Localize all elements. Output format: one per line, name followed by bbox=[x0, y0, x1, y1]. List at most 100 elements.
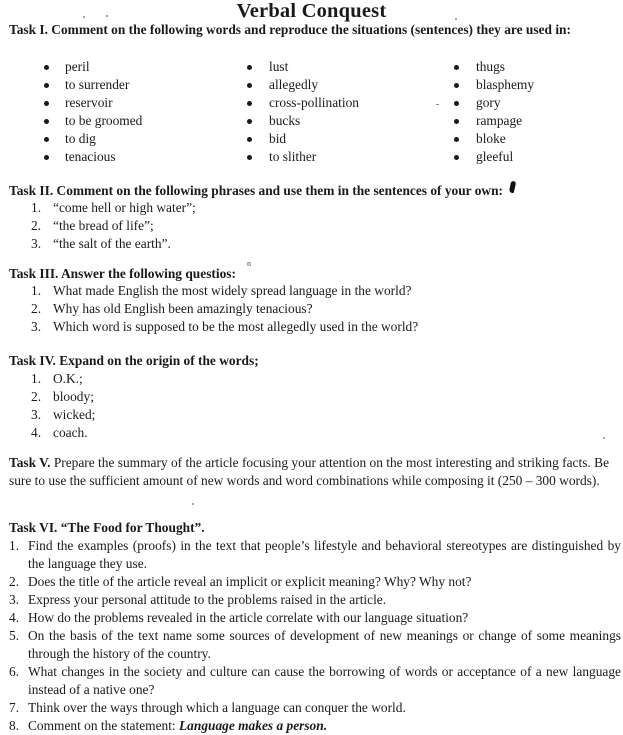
list-item: 6. What changes in the society and cultur… bbox=[9, 663, 621, 699]
item-number: 8. bbox=[9, 718, 20, 733]
item-text: O.K.; bbox=[53, 371, 83, 386]
word-item: to be groomed bbox=[44, 112, 142, 130]
bullet-icon bbox=[454, 155, 459, 160]
word-item: to surrender bbox=[44, 76, 142, 94]
item-number: 3. bbox=[31, 319, 42, 334]
worksheet-page: Verbal Conquest Task I. Comment on the f… bbox=[0, 0, 623, 733]
item-number: 4. bbox=[9, 610, 20, 625]
word-item: thugs bbox=[454, 58, 534, 76]
bullet-icon bbox=[247, 137, 252, 142]
item-text: “the bread of life”; bbox=[53, 218, 154, 233]
list-item: 3. Express your personal attitude to the … bbox=[9, 591, 621, 609]
task3-heading: Task III. Answer the following questios: bbox=[9, 266, 236, 281]
word-item: to dig bbox=[44, 130, 142, 148]
word-text: lust bbox=[269, 59, 289, 74]
item-number: 1. bbox=[31, 371, 42, 386]
item-number: 6. bbox=[9, 664, 20, 679]
bullet-icon bbox=[44, 101, 49, 106]
item-number: 3. bbox=[31, 236, 42, 251]
item-text: Express your personal attitude to the pr… bbox=[28, 592, 387, 607]
task2-heading: Task II. Comment on the following phrase… bbox=[9, 183, 504, 198]
bullet-icon bbox=[247, 155, 252, 160]
word-text: peril bbox=[65, 59, 90, 74]
statement-prefix: Comment on the statement: bbox=[28, 718, 179, 733]
scan-speck bbox=[106, 15, 108, 17]
item-number: 1. bbox=[31, 200, 42, 215]
item-number: 1. bbox=[31, 283, 42, 298]
word-text: allegedly bbox=[269, 77, 319, 92]
word-item: blasphemy bbox=[454, 76, 534, 94]
word-text: to be groomed bbox=[65, 113, 143, 128]
item-number: 2. bbox=[31, 389, 42, 404]
word-text: tenacious bbox=[65, 149, 116, 164]
list-item: 2. Does the title of the article reveal a… bbox=[9, 573, 621, 591]
scan-speck bbox=[603, 437, 605, 439]
word-text: gory bbox=[476, 95, 501, 110]
bullet-icon bbox=[247, 119, 252, 124]
word-item: cross-pollination bbox=[247, 94, 359, 112]
task6-heading: Task VI. “The Food for Thought”. bbox=[9, 520, 205, 535]
word-text: gleeful bbox=[476, 149, 514, 164]
bullet-icon bbox=[44, 83, 49, 88]
word-text: blasphemy bbox=[476, 77, 535, 92]
word-item: rampage bbox=[454, 112, 534, 130]
word-item: to slither bbox=[247, 148, 359, 166]
task5-text: Prepare the summary of the article focus… bbox=[9, 455, 610, 488]
list-item: 1. Find the examples (proofs) in the text… bbox=[9, 537, 621, 573]
item-text: bloody; bbox=[53, 389, 94, 404]
statement-emphasis: Language makes a person. bbox=[179, 718, 328, 733]
bullet-icon bbox=[454, 101, 459, 106]
bullet-icon bbox=[454, 65, 459, 70]
word-text: reservoir bbox=[65, 95, 113, 110]
word-text: bucks bbox=[269, 113, 301, 128]
item-text: wicked; bbox=[53, 407, 96, 422]
scan-speck bbox=[192, 503, 194, 505]
word-text: bloke bbox=[476, 131, 506, 146]
bullet-icon bbox=[454, 119, 459, 124]
word-text: thugs bbox=[476, 59, 506, 74]
word-item: bucks bbox=[247, 112, 359, 130]
task1-column-3: thugs blasphemy gory rampage bloke gleef… bbox=[454, 58, 534, 166]
task4-heading: Task IV. Expand on the origin of the wor… bbox=[9, 353, 259, 368]
item-text: Does the title of the article reveal an … bbox=[28, 574, 472, 589]
task1-word-list: peril to surrender reservoir to be groom… bbox=[0, 58, 623, 170]
scan-speck bbox=[436, 104, 439, 105]
item-text: Which word is supposed to be the most al… bbox=[53, 319, 419, 334]
task5-paragraph: Task V. Prepare the summary of the artic… bbox=[9, 454, 617, 490]
item-number: 3. bbox=[31, 407, 42, 422]
item-text: Why has old English been amazingly tenac… bbox=[53, 301, 313, 316]
item-text: What made English the most widely spread… bbox=[53, 283, 412, 298]
word-item: peril bbox=[44, 58, 142, 76]
item-text: coach. bbox=[53, 425, 88, 440]
word-text: bid bbox=[269, 131, 287, 146]
list-item: 5. On the basis of the text name some sou… bbox=[9, 627, 621, 663]
word-item: gory bbox=[454, 94, 534, 112]
word-text: to slither bbox=[269, 149, 317, 164]
scan-speck bbox=[455, 18, 457, 20]
bullet-icon bbox=[247, 65, 252, 70]
handwritten-correction-mark: n bbox=[247, 259, 251, 268]
task5-label: Task V. bbox=[9, 455, 51, 470]
word-item: lust bbox=[247, 58, 359, 76]
item-text: “come hell or high water”; bbox=[53, 200, 196, 215]
task1-column-2: lust allegedly cross-pollination bucks b… bbox=[247, 58, 359, 166]
list-item: 7. Think over the ways through which a la… bbox=[9, 699, 621, 717]
task1-column-1: peril to surrender reservoir to be groom… bbox=[44, 58, 142, 166]
word-text: rampage bbox=[476, 113, 523, 128]
word-text: to dig bbox=[65, 131, 96, 146]
item-text: Comment on the statement: Language makes… bbox=[28, 717, 621, 735]
item-number: 1. bbox=[9, 538, 20, 553]
document-title: Verbal Conquest bbox=[236, 0, 387, 22]
list-item: 4. How do the problems revealed in the ar… bbox=[9, 609, 621, 627]
item-number: 5. bbox=[9, 628, 20, 643]
item-text: Think over the ways through which a lang… bbox=[28, 700, 406, 715]
item-number: 2. bbox=[31, 301, 42, 316]
word-item: tenacious bbox=[44, 148, 142, 166]
item-text: What changes in the society and culture … bbox=[28, 664, 621, 697]
item-number: 2. bbox=[31, 218, 42, 233]
bullet-icon bbox=[44, 155, 49, 160]
item-text: Find the examples (proofs) in the text t… bbox=[28, 538, 621, 571]
item-number: 4. bbox=[31, 425, 42, 440]
word-item: bloke bbox=[454, 130, 534, 148]
task1-heading: Task I. Comment on the following words a… bbox=[9, 22, 571, 37]
